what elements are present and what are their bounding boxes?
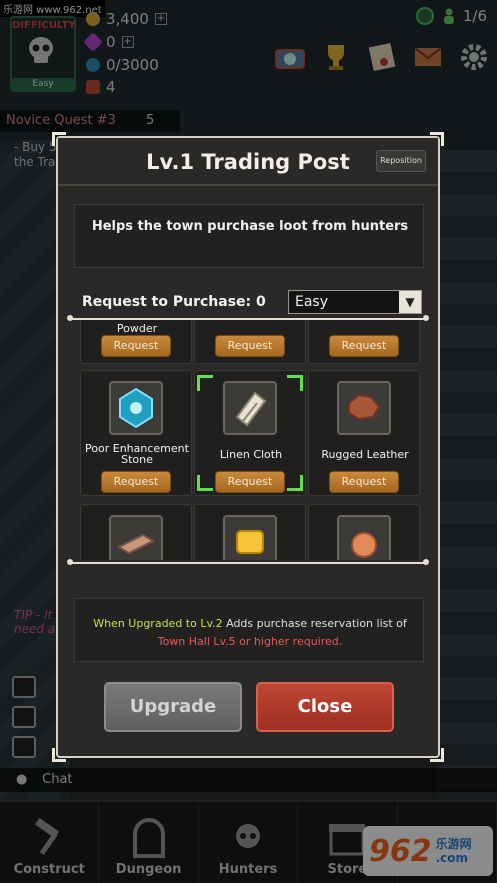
item-list[interactable]: Powder Request Request Request Poor Enha… <box>76 320 422 560</box>
item-cell-selected[interactable]: Linen Cloth Request <box>194 370 306 496</box>
item-cell: Powder Request <box>80 320 192 364</box>
selection-corner <box>197 475 213 491</box>
modal-header: Lv.1 Trading Post Reposition <box>58 138 438 186</box>
item-cell[interactable] <box>80 504 192 560</box>
leather-bundle-icon <box>337 515 391 560</box>
item-cell[interactable] <box>194 504 306 560</box>
selection-corner <box>287 375 303 391</box>
chevron-down-icon[interactable]: ▼ <box>399 291 421 313</box>
request-button[interactable]: Request <box>101 335 171 357</box>
request-row: Request to Purchase: 0 Easy ▼ <box>82 290 422 316</box>
selection-corner <box>287 475 303 491</box>
description-box: Helps the town purchase loot from hunter… <box>74 204 424 268</box>
enhancement-stone-icon <box>109 381 163 435</box>
item-name: Rugged Leather <box>321 448 409 461</box>
difficulty-dropdown[interactable]: Easy ▼ <box>288 290 422 314</box>
item-cell: Request <box>194 320 306 364</box>
list-bottom-divider <box>67 559 429 565</box>
request-count-label: Request to Purchase: 0 <box>82 294 266 310</box>
upgrade-button[interactable]: Upgrade <box>104 682 242 732</box>
requirement-text: Town Hall Lv.5 or higher required. <box>157 635 343 648</box>
dropdown-value: Easy <box>295 294 329 310</box>
selection-corner <box>197 375 213 391</box>
request-button[interactable]: Request <box>215 335 285 357</box>
upgrade-level-highlight: When Upgraded to Lv.2 <box>93 617 223 630</box>
close-button[interactable]: Close <box>256 682 394 732</box>
request-button[interactable]: Request <box>329 335 399 357</box>
item-cell[interactable]: Poor Enhancement Stone Request <box>80 370 192 496</box>
upgrade-note: When Upgraded to Lv.2 Adds purchase rese… <box>75 617 425 630</box>
item-name: Powder <box>116 322 158 335</box>
item-cell[interactable] <box>308 504 420 560</box>
linen-cloth-icon <box>223 381 277 435</box>
item-name: Poor Enhancement Stone <box>85 442 189 466</box>
request-button[interactable]: Request <box>329 471 399 493</box>
item-cell[interactable]: Rugged Leather Request <box>308 370 420 496</box>
gold-bar-icon <box>223 515 277 560</box>
description-text: Helps the town purchase loot from hunter… <box>91 219 409 234</box>
upgrade-note-box: When Upgraded to Lv.2 Adds purchase rese… <box>74 598 424 662</box>
rugged-leather-icon <box>337 381 391 435</box>
request-button[interactable]: Request <box>101 471 171 493</box>
modal-corner <box>52 748 66 762</box>
trading-post-modal: Lv.1 Trading Post Reposition Helps the t… <box>52 132 444 762</box>
reposition-button[interactable]: Reposition <box>376 150 426 172</box>
upgrade-note-text: Adds purchase reservation list of <box>222 617 407 630</box>
item-name: Linen Cloth <box>219 448 283 461</box>
request-button[interactable]: Request <box>215 471 285 493</box>
wood-plank-icon <box>109 515 163 560</box>
item-cell: Request <box>308 320 420 364</box>
modal-corner <box>430 748 444 762</box>
